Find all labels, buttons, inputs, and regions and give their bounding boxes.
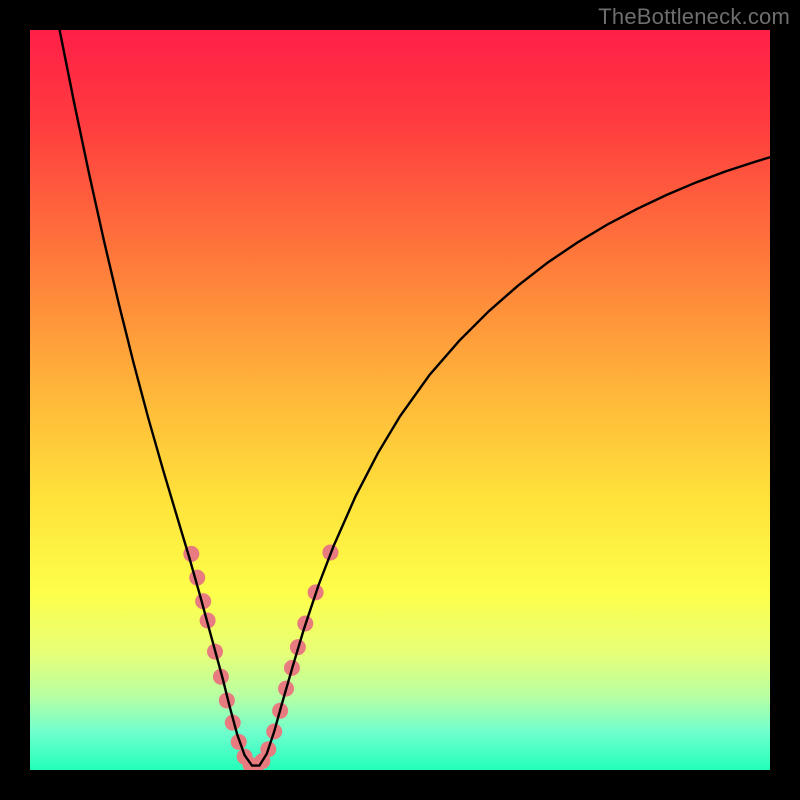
curve-layer — [30, 30, 770, 770]
chart-frame: TheBottleneck.com — [0, 0, 800, 800]
data-markers-under — [183, 544, 338, 770]
bottleneck-curve — [60, 30, 770, 766]
watermark-text: TheBottleneck.com — [598, 4, 790, 30]
plot-area — [30, 30, 770, 770]
